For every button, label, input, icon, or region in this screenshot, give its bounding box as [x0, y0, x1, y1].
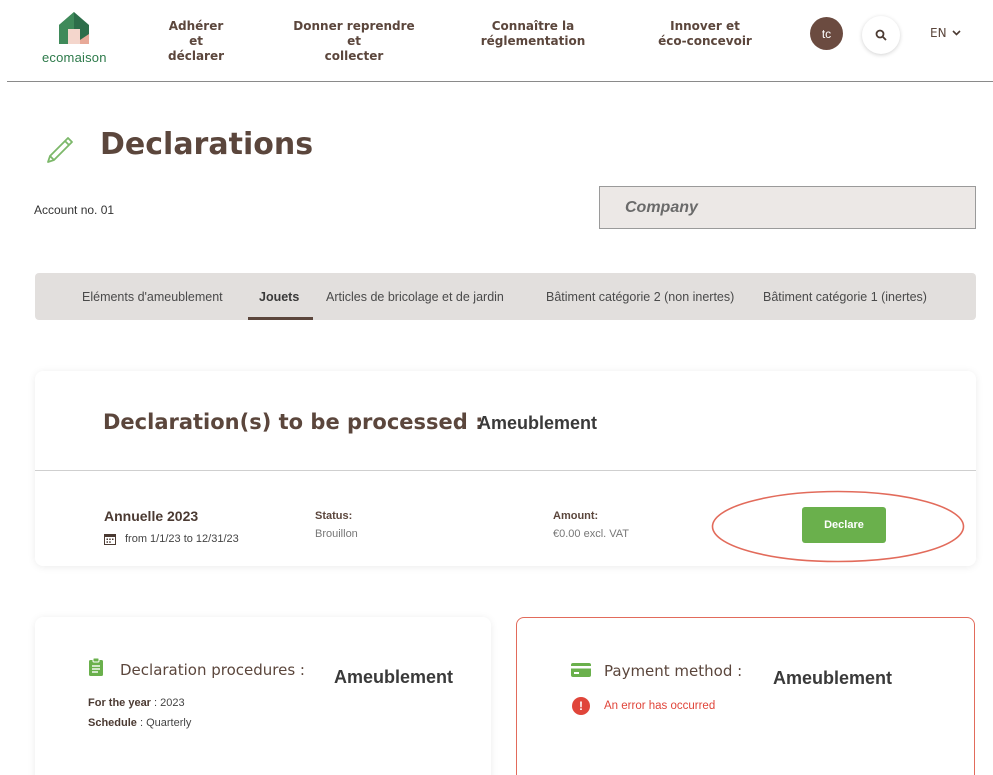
user-avatar[interactable]: tc	[810, 17, 843, 50]
calendar-icon	[104, 534, 116, 545]
tab-batiment-cat-2[interactable]: Bâtiment catégorie 2 (non inertes)	[546, 290, 734, 304]
language-label: EN	[930, 26, 947, 40]
year-value: 2023	[160, 697, 185, 709]
ecomaison-logo[interactable]: ecomaison	[42, 10, 122, 65]
nav-innover-eco-concevoir[interactable]: Innover et éco-concevoir	[652, 19, 758, 49]
payment-category: Ameublement	[773, 668, 893, 688]
site-header: ecomaison Adhérer et déclarer Donner rep…	[0, 0, 993, 82]
payment-method-card: Payment method : Ameublement ! An error …	[516, 617, 975, 775]
schedule-label: Schedule	[88, 717, 137, 729]
procedures-title: Declaration procedures :	[120, 661, 305, 679]
declaration-name: Annuelle 2023	[104, 508, 199, 524]
year-label: For the year	[88, 697, 151, 709]
category-tabs: Eléments d'ameublement Jouets Articles d…	[35, 273, 976, 320]
payment-error-message: An error has occurred	[604, 700, 716, 712]
page-title: Declarations	[100, 127, 314, 162]
credit-card-icon	[571, 663, 591, 677]
clipboard-icon	[89, 658, 103, 676]
status-label: Status:	[315, 510, 353, 522]
nav-adherer-declarer[interactable]: Adhérer et déclarer	[161, 19, 231, 64]
logo-text: ecomaison	[42, 50, 107, 65]
declare-button[interactable]: Declare	[802, 507, 886, 543]
language-selector[interactable]: EN	[930, 26, 961, 40]
procedures-year: For the year : 2023	[88, 697, 185, 709]
processing-title: Declaration(s) to be processed :	[103, 410, 484, 434]
search-button[interactable]	[862, 16, 900, 54]
active-tab-indicator	[248, 317, 313, 320]
tab-elements-ameublement[interactable]: Eléments d'ameublement	[82, 290, 223, 304]
tab-bricolage-jardin[interactable]: Articles de bricolage et de jardin	[326, 290, 504, 304]
nav-connaitre-reglementation[interactable]: Connaître la réglementation	[478, 19, 588, 49]
amount-label: Amount:	[553, 510, 599, 522]
schedule-value: Quarterly	[146, 717, 192, 729]
chevron-down-icon	[952, 30, 961, 36]
error-icon: !	[572, 697, 590, 715]
card-divider	[35, 470, 976, 471]
procedures-schedule: Schedule : Quarterly	[88, 717, 192, 729]
tab-batiment-cat-1[interactable]: Bâtiment catégorie 1 (inertes)	[763, 290, 927, 304]
header-divider	[7, 81, 993, 82]
company-field[interactable]: Company	[599, 186, 976, 229]
tab-jouets[interactable]: Jouets	[259, 290, 299, 304]
search-icon	[875, 29, 887, 41]
declaration-procedures-card: Declaration procedures : Ameublement For…	[35, 617, 491, 775]
declarations-to-process-card: Declaration(s) to be processed : Ameuble…	[35, 371, 976, 566]
declaration-period: from 1/1/23 to 12/31/23	[125, 533, 239, 545]
procedures-category: Ameublement	[334, 667, 454, 687]
status-value: Brouillon	[315, 528, 358, 540]
pencil-icon	[47, 137, 73, 163]
amount-value: €0.00 excl. VAT	[553, 528, 630, 540]
payment-title: Payment method :	[604, 662, 743, 680]
processing-category: Ameublement	[478, 413, 598, 433]
nav-donner-reprendre-collecter[interactable]: Donner reprendre et collecter	[288, 19, 420, 64]
account-number: Account no. 01	[34, 203, 115, 217]
house-logo-icon	[59, 12, 89, 44]
